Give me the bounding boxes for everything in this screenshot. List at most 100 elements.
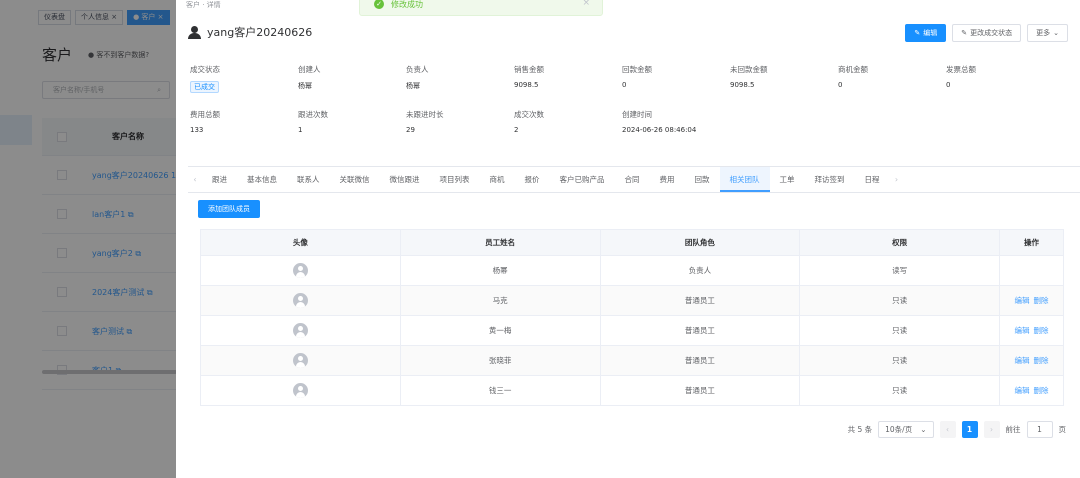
permission: 只读 (799, 375, 1001, 406)
edit-button[interactable]: ✎ 编辑 (905, 24, 947, 42)
info-owner: 负责人 杨幂 (406, 64, 514, 109)
tab-linked-wechat[interactable]: 关联微信 (330, 167, 380, 192)
info-value: 29 (406, 126, 415, 134)
goto-prefix: 前往 (1005, 425, 1021, 434)
row-actions: 编辑 删除 (999, 375, 1064, 406)
tab-projects[interactable]: 项目列表 (430, 167, 480, 192)
tab-followup[interactable]: 跟进 (202, 167, 237, 192)
more-button[interactable]: 更多 ⌄ (1027, 24, 1068, 42)
info-label: 未回款金额 (730, 65, 768, 74)
chevron-left-icon[interactable]: ‹ (188, 175, 202, 184)
info-label: 成交次数 (514, 110, 544, 119)
info-value: 0 (946, 81, 951, 89)
info-label: 销售金额 (514, 65, 544, 74)
tab-quotes[interactable]: 报价 (515, 167, 550, 192)
info-invoice-total: 发票总额 0 (946, 64, 1054, 109)
tab-purchased-products[interactable]: 客户已购产品 (550, 167, 615, 192)
info-unreceived-amount: 未回款金额 9098.5 (730, 64, 838, 109)
column-header-actions: 操作 (999, 229, 1064, 256)
pagination-total: 共 5 条 (847, 425, 873, 434)
next-page-button[interactable]: › (983, 421, 1000, 438)
info-label: 未跟进时长 (406, 110, 444, 119)
tab-basic-info[interactable]: 基本信息 (237, 167, 287, 192)
table-row: 钱三一 普通员工 只读 编辑 删除 (200, 375, 1064, 406)
tab-related-team[interactable]: 相关团队 (719, 167, 770, 192)
add-team-member-button[interactable]: 添加团队成员 (198, 200, 260, 218)
employee-name: 黄一梅 (399, 315, 601, 346)
tab-contacts[interactable]: 联系人 (287, 167, 330, 192)
team-role: 普通员工 (599, 315, 801, 346)
row-actions (999, 255, 1064, 286)
permission: 只读 (799, 315, 1001, 346)
tab-expenses[interactable]: 费用 (650, 167, 685, 192)
permission: 只读 (799, 345, 1001, 376)
team-role: 普通员工 (599, 375, 801, 406)
edit-icon: ✎ (961, 29, 968, 37)
info-row: 费用总额 133 跟进次数 1 未跟进时长 29 成交次数 2 创建时间 2024-06-… (190, 109, 1070, 154)
prev-page-button[interactable]: ‹ (939, 421, 956, 438)
info-value: 2 (514, 126, 519, 134)
info-received-amount: 回款金额 0 (622, 64, 730, 109)
info-label: 成交状态 (190, 65, 220, 74)
row-actions: 编辑 删除 (999, 315, 1064, 346)
table-row: 张晓菲 普通员工 只读 编辑 删除 (200, 345, 1064, 376)
info-label: 创建人 (298, 65, 321, 74)
tab-opportunities[interactable]: 商机 (480, 167, 515, 192)
info-label: 跟进次数 (298, 110, 328, 119)
page-size-value: 10条/页 (885, 425, 913, 434)
permission: 读写 (799, 255, 1001, 286)
info-label: 商机金额 (838, 65, 868, 74)
tab-payments[interactable]: 回款 (685, 167, 720, 192)
employee-name: 钱三一 (399, 375, 601, 406)
chevron-right-icon[interactable]: › (890, 175, 904, 184)
more-label: 更多 (1036, 29, 1051, 37)
status-badge: 已成交 (190, 81, 219, 93)
tab-visit-checkin[interactable]: 拜访签到 (805, 167, 855, 192)
avatar (292, 383, 308, 398)
info-label: 回款金额 (622, 65, 652, 74)
check-circle-icon: ✓ (374, 0, 384, 9)
table-row: 马克 普通员工 只读 编辑 删除 (200, 285, 1064, 316)
tab-work-orders[interactable]: 工单 (770, 167, 805, 192)
edit-link[interactable]: 编辑 (1015, 326, 1030, 335)
avatar (292, 353, 308, 368)
edit-link[interactable]: 编辑 (1015, 386, 1030, 395)
tab-schedule[interactable]: 日程 (855, 167, 890, 192)
close-icon[interactable]: × (582, 0, 590, 8)
edit-button-label: 编辑 (923, 29, 938, 37)
pagination: 共 5 条 10条/页 ⌄ ‹ 1 › 前往 1 页 (848, 421, 1066, 438)
info-created-time: 创建时间 2024-06-26 08:46:04 (622, 109, 782, 154)
info-value: 0 (622, 81, 627, 89)
info-value: 杨幂 (406, 82, 420, 90)
tab-wechat-followup[interactable]: 微信跟进 (380, 167, 430, 192)
tab-contracts[interactable]: 合同 (615, 167, 650, 192)
delete-link[interactable]: 删除 (1034, 326, 1049, 335)
info-expense-total: 费用总额 133 (190, 109, 298, 154)
customer-name: yang客户20240626 (207, 26, 313, 39)
column-header-avatar: 头像 (200, 229, 401, 256)
goto-suffix: 页 (1058, 425, 1067, 434)
info-deal-count: 成交次数 2 (514, 109, 622, 154)
drawer-top-text: 客户 · 详情 (186, 1, 221, 9)
goto-page-input[interactable]: 1 (1026, 421, 1053, 438)
customer-header: yang客户20240626 (188, 24, 312, 40)
change-status-button[interactable]: ✎ 更改成交状态 (952, 24, 1022, 42)
edit-link[interactable]: 编辑 (1015, 296, 1030, 305)
delete-link[interactable]: 删除 (1034, 386, 1049, 395)
info-value: 1 (298, 126, 303, 134)
delete-link[interactable]: 删除 (1034, 356, 1049, 365)
edit-link[interactable]: 编辑 (1015, 356, 1030, 365)
table-header-row: 头像 员工姓名 团队角色 权限 操作 (200, 229, 1064, 256)
toast-message: 修改成功 (391, 0, 423, 9)
employee-name: 马克 (399, 285, 601, 316)
team-role: 负责人 (599, 255, 801, 286)
avatar (292, 263, 308, 278)
page-number[interactable]: 1 (961, 421, 978, 438)
info-label: 费用总额 (190, 110, 220, 119)
avatar (292, 323, 308, 338)
page-size-select[interactable]: 10条/页 ⌄ (878, 421, 934, 438)
info-value: 2024-06-26 08:46:04 (622, 126, 697, 134)
customer-info-grid: 成交状态 已成交 创建人 杨幂 负责人 杨幂 销售金额 9098.5 回款金额 0 未回款… (190, 64, 1070, 154)
delete-link[interactable]: 删除 (1034, 296, 1049, 305)
info-value: 杨幂 (298, 82, 312, 90)
